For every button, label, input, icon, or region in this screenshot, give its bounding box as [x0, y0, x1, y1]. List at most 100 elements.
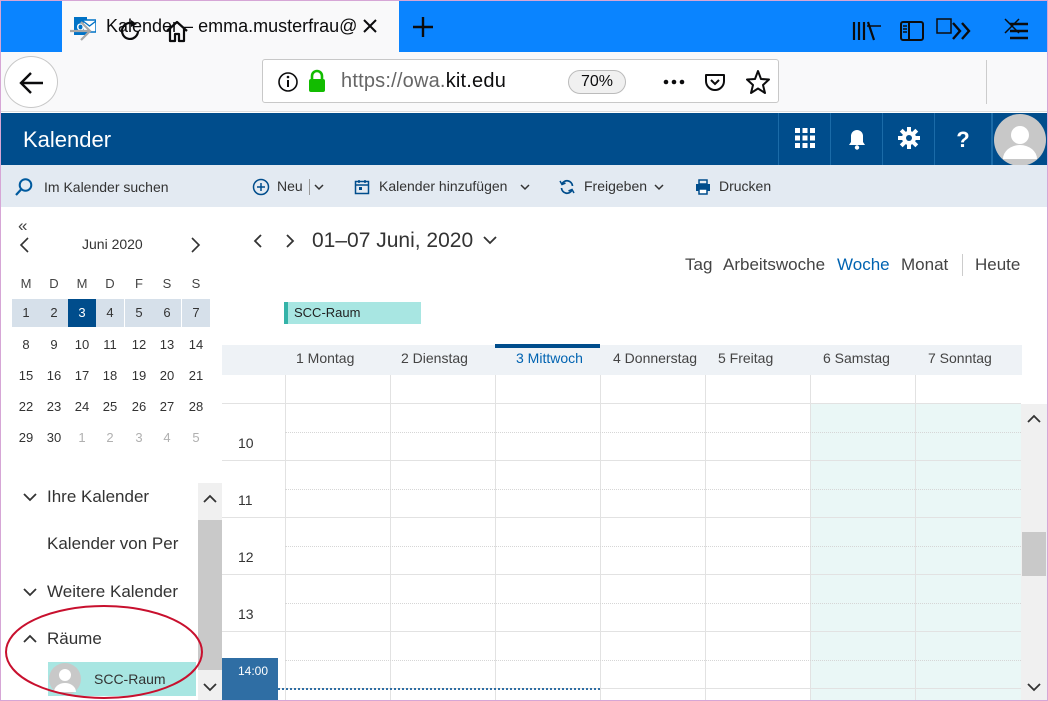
print-button[interactable]: Drucken — [719, 178, 771, 194]
mini-calendar-day[interactable]: 5 — [182, 424, 210, 452]
help-button[interactable]: ? — [934, 113, 992, 165]
info-icon[interactable] — [277, 71, 299, 93]
chevron-down-icon — [22, 584, 38, 600]
mini-calendar-day[interactable]: 4 — [96, 299, 124, 327]
back-button[interactable] — [4, 56, 58, 108]
sidebar-icon[interactable] — [898, 17, 926, 45]
mini-calendar-day[interactable]: 30 — [40, 424, 68, 452]
overflow-chevron-icon[interactable] — [948, 17, 976, 45]
mini-calendar-day[interactable]: 24 — [68, 393, 96, 421]
next-week-icon[interactable] — [282, 232, 298, 250]
settings-button[interactable] — [882, 113, 934, 165]
mini-calendar-day[interactable]: 7 — [182, 299, 210, 327]
chevron-down-icon[interactable] — [482, 232, 498, 248]
home-icon[interactable] — [163, 17, 191, 45]
scroll-up-icon[interactable] — [202, 492, 218, 506]
mini-calendar-day[interactable]: 1 — [12, 299, 40, 327]
mini-calendar-day[interactable]: 17 — [68, 362, 96, 390]
mini-calendar-day[interactable]: 23 — [40, 393, 68, 421]
mini-calendar-day[interactable]: 20 — [153, 362, 181, 390]
calendar-item-person[interactable]: Kalender von Per — [0, 530, 198, 570]
forward-icon[interactable] — [66, 17, 94, 45]
scroll-down-icon[interactable] — [202, 680, 218, 694]
column-divider — [285, 375, 286, 701]
previous-year-button[interactable]: « — [18, 216, 27, 236]
view-day[interactable]: Tag — [685, 255, 712, 275]
calendar-search[interactable]: Im Kalender suchen — [0, 165, 222, 207]
mini-calendar-day[interactable]: 6 — [153, 299, 181, 327]
mini-calendar-day[interactable]: 19 — [125, 362, 153, 390]
day-header[interactable]: 3 Mittwoch — [516, 350, 583, 366]
mini-calendar-day[interactable]: 1 — [68, 424, 96, 452]
mini-calendar-day[interactable]: 10 — [68, 331, 96, 359]
mini-calendar-day[interactable]: 9 — [40, 331, 68, 359]
mini-calendar-day[interactable]: 4 — [153, 424, 181, 452]
mini-calendar-day[interactable]: 3 — [68, 299, 96, 327]
grid-scrollbar-thumb[interactable] — [1022, 532, 1046, 576]
close-tab-icon[interactable] — [360, 16, 380, 36]
time-grid[interactable]: 10 11 12 13 — [222, 375, 1021, 701]
secure-lock-icon[interactable] — [307, 69, 327, 93]
add-calendar-button[interactable]: Kalender hinzufügen — [379, 178, 507, 194]
mini-calendar-day[interactable]: 22 — [12, 393, 40, 421]
mini-calendar-day[interactable]: 29 — [12, 424, 40, 452]
user-avatar-button[interactable] — [992, 113, 1048, 165]
url-bar[interactable]: https://owa.kit.edu 70% — [262, 59, 779, 103]
new-tab-icon[interactable] — [410, 14, 436, 40]
day-header[interactable]: 6 Samstag — [823, 350, 890, 366]
mini-calendar-day[interactable]: 15 — [12, 362, 40, 390]
view-work-week[interactable]: Arbeitswoche — [723, 255, 825, 275]
date-range-title[interactable]: 01–07 Juni, 2020 — [312, 229, 473, 253]
mini-calendar-day[interactable]: 27 — [153, 393, 181, 421]
group-your-calendars[interactable]: Ihre Kalender — [0, 483, 198, 523]
app-launcher-button[interactable] — [778, 113, 830, 165]
mini-calendar-day[interactable]: 12 — [125, 331, 153, 359]
day-header[interactable]: 2 Dienstag — [401, 350, 468, 366]
mini-calendar-day[interactable]: 14 — [182, 331, 210, 359]
today-button[interactable]: Heute — [975, 255, 1020, 275]
chevron-down-icon[interactable] — [653, 181, 665, 193]
mini-calendar-day[interactable]: 8 — [12, 331, 40, 359]
scroll-up-icon[interactable] — [1026, 412, 1042, 426]
mini-calendar-day[interactable]: 18 — [96, 362, 124, 390]
app-title[interactable]: Kalender — [23, 127, 111, 153]
view-week[interactable]: Woche — [837, 255, 890, 275]
reload-icon[interactable] — [116, 17, 144, 45]
mini-calendar-day[interactable]: 2 — [96, 424, 124, 452]
chevron-left-icon[interactable] — [16, 236, 34, 254]
bell-icon — [848, 130, 865, 150]
pocket-icon[interactable] — [703, 70, 727, 94]
day-header[interactable]: 1 Montag — [296, 350, 354, 366]
mini-calendar-day[interactable]: 26 — [125, 393, 153, 421]
menu-icon[interactable] — [1005, 17, 1033, 45]
mini-calendar-day[interactable]: 21 — [182, 362, 210, 390]
weekday-label: D — [105, 276, 115, 291]
mini-calendar-day[interactable]: 28 — [182, 393, 210, 421]
page-actions-icon[interactable] — [661, 71, 687, 93]
new-button[interactable]: Neu — [277, 178, 303, 194]
chevron-right-icon[interactable] — [186, 236, 204, 254]
mini-calendar-day[interactable]: 3 — [125, 424, 153, 452]
mini-calendar-day[interactable]: 5 — [125, 299, 153, 327]
day-header[interactable]: 7 Sonntag — [928, 350, 992, 366]
chevron-down-icon[interactable] — [313, 181, 325, 193]
mini-calendar-month[interactable]: Juni 2020 — [82, 236, 143, 252]
chevron-down-icon[interactable] — [519, 181, 531, 193]
zoom-indicator[interactable]: 70% — [568, 70, 626, 94]
mini-calendar-day[interactable]: 11 — [96, 331, 124, 359]
mini-calendar-day[interactable]: 2 — [40, 299, 68, 327]
mini-calendar-day[interactable]: 13 — [153, 331, 181, 359]
previous-week-icon[interactable] — [250, 232, 266, 250]
hour-line — [222, 460, 1021, 461]
mini-calendar-day[interactable]: 16 — [40, 362, 68, 390]
share-button[interactable]: Freigeben — [584, 178, 647, 194]
scroll-down-icon[interactable] — [1026, 680, 1042, 694]
day-header[interactable]: 5 Freitag — [718, 350, 773, 366]
view-month[interactable]: Monat — [901, 255, 948, 275]
library-icon[interactable] — [850, 17, 878, 45]
mini-calendar-day[interactable]: 25 — [96, 393, 124, 421]
notifications-button[interactable] — [830, 113, 882, 165]
day-header[interactable]: 4 Donnerstag — [613, 350, 697, 366]
bookmark-star-icon[interactable] — [745, 69, 771, 95]
browser-tab[interactable]: O Kalender – emma.musterfrau@k — [62, 0, 399, 52]
